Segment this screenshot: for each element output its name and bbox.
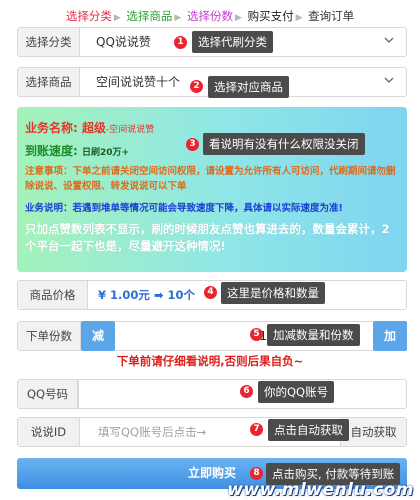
price-value: ¥ 1.00元 ➡ 10个 bbox=[98, 288, 196, 302]
annotation-badge-2: 2 bbox=[190, 80, 203, 93]
product-label: 选择商品 bbox=[18, 68, 80, 96]
quantity-label: 下单份数 bbox=[17, 321, 81, 351]
annotation-tip-2: 选择对应商品 bbox=[208, 76, 289, 98]
qq-number-field[interactable]: QQ号码 bbox=[17, 379, 407, 409]
delivery-speed: 到账速度: 日刷20万+ bbox=[25, 144, 130, 158]
annotation-badge-4: 4 bbox=[204, 286, 217, 299]
business-desc-text: 业务说明：若遇到堆单等情况可能会导致速度下降，具体请以实际速度为准! bbox=[25, 203, 343, 214]
annotation-badge-5: 5 bbox=[250, 328, 263, 341]
shuoshuo-label: 说说ID bbox=[18, 418, 80, 446]
step-arrow-icon: ▶ bbox=[295, 13, 303, 23]
watermark: www.mlwenlu.com bbox=[227, 480, 414, 500]
auto-fetch-button[interactable]: 自动获取 bbox=[340, 418, 406, 446]
business-name: 业务名称: 超级-空间说说赞 bbox=[25, 121, 155, 135]
annotation-badge-3: 3 bbox=[186, 138, 199, 151]
annotation-tip-5: 加减数量和份数 bbox=[267, 324, 360, 346]
price-label: 商品价格 bbox=[18, 281, 88, 309]
chevron-down-icon bbox=[384, 37, 394, 43]
step-pay: 购买支付 bbox=[247, 9, 294, 23]
product-description-box: 业务名称: 超级-空间说说赞 到账速度: 日刷20万+ 注意事项：下单之前请关闭… bbox=[17, 107, 407, 272]
notice-text: 注意事项：下单之前请关闭空间访问权限，请设置为允许所有人可访问，代刷期间请勿删除… bbox=[25, 166, 396, 192]
step-select-quantity: 选择份数 bbox=[187, 9, 233, 23]
annotation-tip-3: 看说明有没有什么权限没关闭 bbox=[203, 133, 365, 155]
annotation-tip-1: 选择代刷分类 bbox=[192, 31, 273, 53]
annotation-tip-4: 这里是价格和数量 bbox=[221, 282, 325, 304]
annotation-badge-6: 6 bbox=[240, 385, 253, 398]
category-value: QQ说说赞 bbox=[96, 35, 151, 49]
highlight-text: 只加点赞数列表不显示，刷的时候朋友点赞也算进去的，数量会累计，2个平台一起下也是… bbox=[25, 222, 390, 253]
step-arrow-icon: ▶ bbox=[113, 13, 121, 23]
annotation-badge-8: 8 bbox=[250, 467, 263, 480]
annotation-tip-7: 点击自动获取 bbox=[268, 419, 349, 441]
step-select-product: 选择商品 bbox=[126, 9, 173, 23]
annotation-tip-6: 你的QQ账号 bbox=[258, 381, 335, 403]
qq-label: QQ号码 bbox=[18, 380, 78, 408]
chevron-down-icon bbox=[384, 77, 394, 83]
shuoshuo-input[interactable]: 填写QQ账号后点击→ bbox=[98, 418, 206, 446]
step-arrow-icon: ▶ bbox=[235, 13, 242, 23]
product-value: 空间说说赞十个 bbox=[96, 75, 181, 89]
step-arrow-icon: ▶ bbox=[174, 13, 182, 23]
step-query-order: 查询订单 bbox=[308, 9, 355, 23]
quantity-plus-button[interactable]: 加 bbox=[373, 321, 407, 351]
category-label: 选择分类 bbox=[18, 28, 80, 56]
order-steps: 选择分类 ▶ 选择商品 ▶ 选择份数 ▶ 购买支付 ▶ 查询订单 bbox=[0, 8, 420, 24]
quantity-minus-button[interactable]: 减 bbox=[81, 321, 115, 351]
annotation-badge-7: 7 bbox=[250, 423, 263, 436]
warning-text: 下单前请仔细看说明,否则后果自负~ bbox=[116, 354, 304, 368]
annotation-badge-1: 1 bbox=[174, 36, 187, 49]
step-select-category: 选择分类 bbox=[65, 9, 112, 23]
